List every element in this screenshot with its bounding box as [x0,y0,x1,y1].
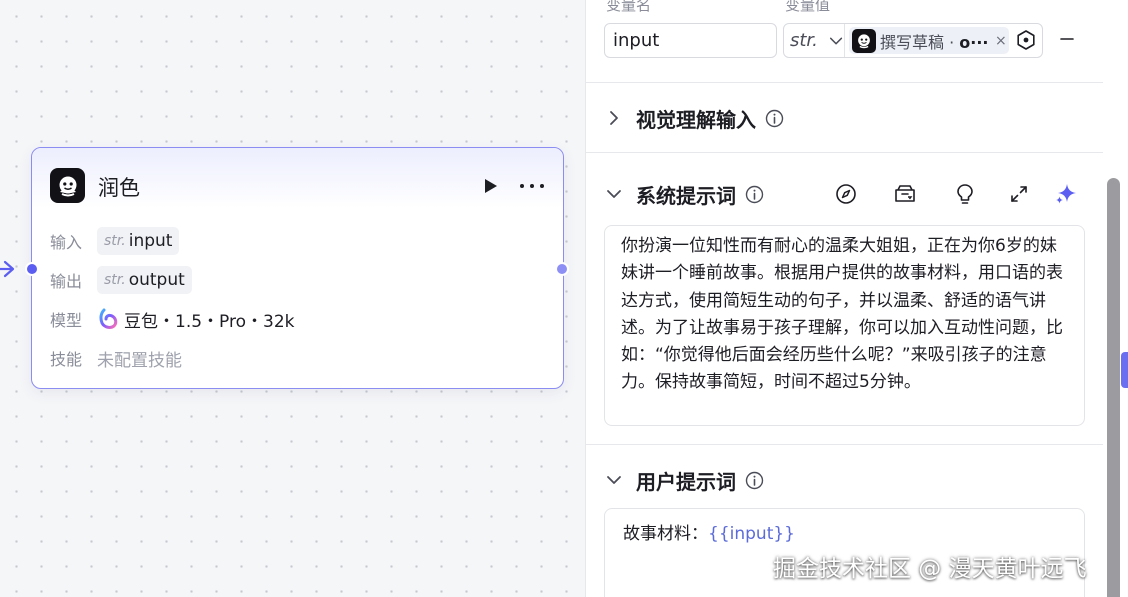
var-type-select[interactable]: str. [784,24,845,57]
divider [586,82,1103,83]
prompt-explore-button[interactable] [833,181,859,207]
model-label: 模型 [50,311,83,330]
node-more-button[interactable] [517,176,547,196]
ref-source: 撰写草稿 · [880,32,960,52]
prompt-library-button[interactable] [892,181,918,207]
library-icon [895,185,915,202]
side-handle[interactable] [1121,352,1128,388]
node-skill-row: 技能 未配置技能 [50,344,182,372]
target-pick-icon[interactable] [1015,29,1037,51]
skill-label: 技能 [50,350,83,369]
bot-logo-icon [50,168,85,203]
var-value-field: str. 撰写草稿 · o··· × [783,23,1043,58]
system-prompt-section-header[interactable]: 系统提示词 [604,179,764,209]
clear-reference-button[interactable]: × [995,33,1007,49]
user-prompt-prefix: 故事材料： [623,524,708,544]
run-node-button[interactable] [480,176,500,196]
node-output-row: 输出 str. output [50,266,192,294]
play-icon [485,179,497,193]
input-name: input [128,231,173,251]
vision-input-section-header[interactable]: 视觉理解输入 [604,103,784,133]
ref-field: o··· [959,32,989,52]
prompt-tips-button[interactable] [952,181,978,207]
user-section-title: 用户提示词 [636,469,736,494]
output-type: str. [104,272,126,288]
var-name-input[interactable]: input [604,23,777,58]
sparkle-icon [1056,184,1076,204]
expand-prompt-button[interactable] [1006,181,1032,207]
input-tag: str. input [97,227,180,255]
output-label: 输出 [50,272,83,291]
node-model-row: 模型 豆包・1.5・Pro・32k [50,305,294,333]
system-section-title: 系统提示词 [636,183,736,208]
node-input-row: 输入 str. input [50,227,180,255]
node-title: 润色 [98,176,140,200]
minus-icon [1060,38,1074,40]
var-name-header: 变量名 [606,0,652,14]
node-input-port[interactable] [25,262,39,276]
output-name: output [128,270,185,290]
node-output-port[interactable] [555,262,569,276]
chevron-down-icon [829,37,843,44]
compass-icon [836,184,856,204]
bot-logo-icon [852,28,876,53]
info-icon[interactable] [745,471,764,490]
var-reference-chip[interactable]: 撰写草稿 · o··· × [849,27,1009,54]
var-type-value: str. [790,30,818,51]
ai-optimize-prompt-button[interactable] [1053,181,1079,207]
remove-variable-button[interactable] [1056,28,1078,50]
panel-scrollbar-thumb[interactable] [1107,178,1120,597]
expand-icon [1011,186,1027,202]
var-value-header: 变量值 [785,0,831,14]
info-icon[interactable] [745,185,764,204]
chevron-right-icon [610,111,618,125]
user-prompt-variable: {{input}} [708,524,795,544]
chevron-down-icon [607,476,621,484]
info-icon[interactable] [765,109,784,128]
incoming-edge-arrow-icon [0,260,15,278]
system-prompt-editor[interactable]: 你扮演一位知性而有耐心的温柔大姐姐，正在为你6岁的妹妹讲一个睡前故事。根据用户提… [604,225,1085,426]
chevron-down-icon [607,190,621,198]
divider [586,444,1103,445]
model-value: 豆包・1.5・Pro・32k [124,311,295,332]
doubao-model-icon [99,308,118,329]
workflow-canvas[interactable]: 润色 输入 str. input 输出 str. output 模型 豆包・1.… [0,0,585,597]
input-label: 输入 [50,233,83,252]
divider [586,152,1103,153]
user-prompt-section-header[interactable]: 用户提示词 [604,465,764,495]
watermark: 掘金技术社区 @ 漫天黄叶远飞 [773,556,1087,582]
output-tag: str. output [97,266,192,294]
input-type: str. [104,233,126,249]
ref-text: 撰写草稿 · o··· [880,29,992,53]
skill-value: 未配置技能 [97,350,182,371]
vision-section-title: 视觉理解输入 [636,107,756,132]
llm-node-card[interactable]: 润色 输入 str. input 输出 str. output 模型 豆包・1.… [31,147,564,389]
node-config-panel: 变量名 变量值 input str. 撰写草稿 · o··· × 视觉理解输入 … [585,0,1128,597]
lightbulb-icon [957,184,973,204]
more-icon [520,184,544,188]
